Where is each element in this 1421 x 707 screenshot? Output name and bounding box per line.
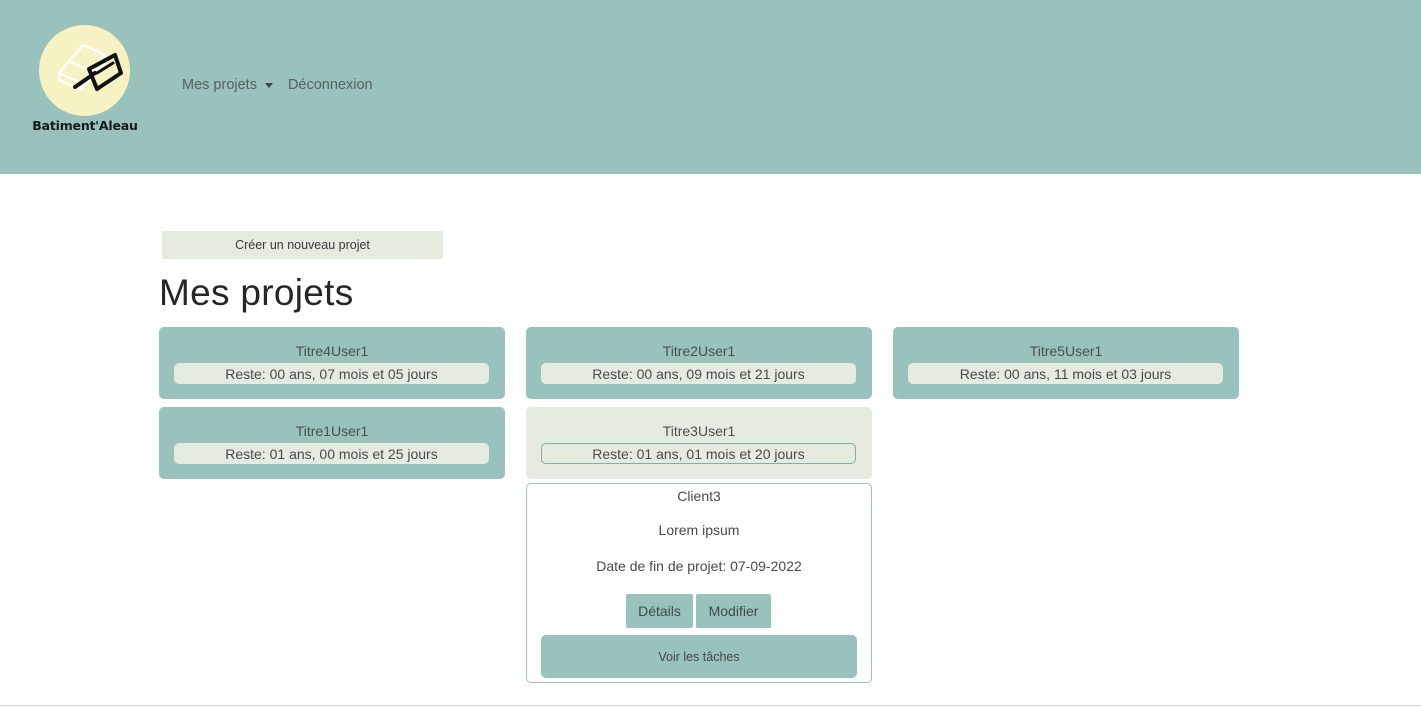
brand-logo[interactable]: Batiment'Aleau [28, 24, 142, 140]
project-title: Titre4User1 [295, 343, 369, 359]
footer-divider [0, 705, 1421, 706]
project-remaining: Reste: 00 ans, 07 mois et 05 jours [174, 363, 489, 384]
nav-projects-label: Mes projets [182, 77, 257, 93]
project-title: Titre5User1 [1029, 343, 1103, 359]
nav-logout-link[interactable]: Déconnexion [288, 77, 373, 93]
project-remaining: Reste: 01 ans, 01 mois et 20 jours [541, 443, 856, 464]
view-tasks-button[interactable]: Voir les tâches [541, 635, 857, 678]
modify-button[interactable]: Modifier [696, 594, 771, 628]
project-remaining: Reste: 00 ans, 11 mois et 03 jours [908, 363, 1223, 384]
project-title: Titre1User1 [295, 423, 369, 439]
project-card-selected[interactable]: Titre3User1 Reste: 01 ans, 01 mois et 20… [526, 407, 872, 479]
project-detail-panel: Client3 Lorem ipsum Date de fin de proje… [526, 483, 872, 683]
project-remaining: Reste: 00 ans, 09 mois et 21 jours [541, 363, 856, 384]
brand-name: Batiment'Aleau [32, 118, 138, 133]
project-card[interactable]: Titre5User1 Reste: 00 ans, 11 mois et 03… [893, 327, 1239, 399]
project-description: Lorem ipsum [658, 522, 740, 538]
project-client: Client3 [677, 488, 721, 504]
project-remaining: Reste: 01 ans, 00 mois et 25 jours [174, 443, 489, 464]
details-button[interactable]: Détails [626, 594, 693, 628]
nav-projects-dropdown[interactable]: Mes projets [182, 77, 273, 93]
project-card[interactable]: Titre1User1 Reste: 01 ans, 00 mois et 25… [159, 407, 505, 479]
project-card[interactable]: Titre2User1 Reste: 00 ans, 09 mois et 21… [526, 327, 872, 399]
nav-menu: Mes projets Déconnexion [182, 77, 373, 93]
page-title: Mes projets [159, 272, 354, 313]
trowel-brick-icon [39, 25, 130, 116]
project-title: Titre2User1 [662, 343, 736, 359]
top-navbar: Batiment'Aleau Mes projets Déconnexion [0, 0, 1421, 174]
project-end-date: Date de fin de projet: 07-09-2022 [596, 558, 802, 574]
project-card[interactable]: Titre4User1 Reste: 00 ans, 07 mois et 05… [159, 327, 505, 399]
create-project-button[interactable]: Créer un nouveau projet [162, 231, 443, 259]
project-title: Titre3User1 [662, 423, 736, 439]
caret-down-icon [264, 83, 273, 88]
